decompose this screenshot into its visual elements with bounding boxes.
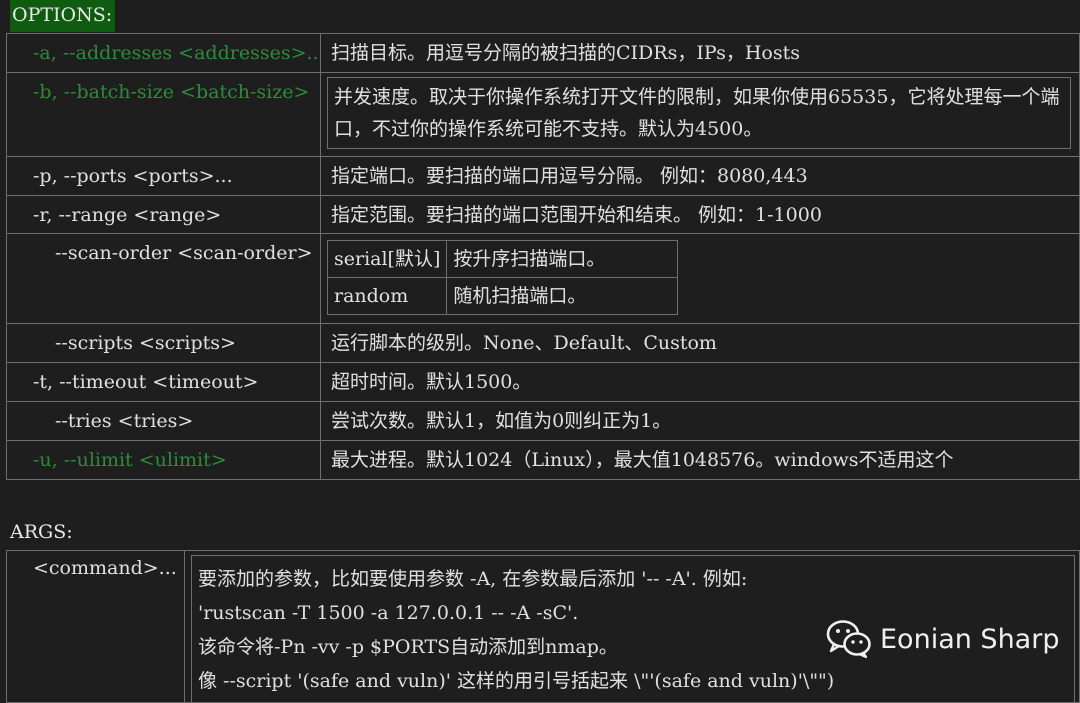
options-table: -a, --addresses <addresses>... 扫描目标。用逗号分… xyxy=(6,33,1080,480)
scan-order-description: 随机扫描端口。 xyxy=(446,277,679,315)
option-flag: -p, --ports <ports>... xyxy=(6,156,321,196)
table-row: -r, --range <range> 指定范围。要扫描的端口范围开始和结束。 … xyxy=(6,195,1080,234)
option-description: 最大进程。默认1024（Linux），最大值1048576。windows不适用… xyxy=(320,440,1080,480)
table-row: -a, --addresses <addresses>... 扫描目标。用逗号分… xyxy=(6,33,1080,73)
arg-flag: <command>... xyxy=(6,550,185,703)
table-row: -u, --ulimit <ulimit> 最大进程。默认1024（Linux）… xyxy=(6,440,1080,480)
scan-order-value: serial[默认] xyxy=(326,240,448,278)
option-description-cell: serial[默认] 按升序扫描端口。 random 随机扫描端口。 xyxy=(320,233,1080,324)
wechat-icon xyxy=(826,620,871,659)
scan-order-description: 按升序扫描端口。 xyxy=(446,240,679,278)
option-flag: --tries <tries> xyxy=(6,401,321,441)
option-description-cell: 并发速度。取决于你操作系统打开文件的限制，如果你使用65535，它将处理每一个端… xyxy=(320,72,1080,157)
watermark-text: Eonian Sharp xyxy=(880,623,1060,655)
option-flag: --scan-order <scan-order> xyxy=(6,233,321,324)
args-heading: ARGS: xyxy=(10,521,73,543)
option-description: 指定端口。要扫描的端口用逗号分隔。 例如：8080,443 xyxy=(320,156,1080,196)
table-row: --scan-order <scan-order> serial[默认] 按升序… xyxy=(6,233,1080,324)
table-row: -p, --ports <ports>... 指定端口。要扫描的端口用逗号分隔。… xyxy=(6,156,1080,196)
watermark: Eonian Sharp xyxy=(826,619,1059,659)
table-row: -b, --batch-size <batch-size> 并发速度。取决于你操… xyxy=(6,72,1080,157)
arg-description-line: 要添加的参数，比如要使用参数 -A, 在参数最后添加 '-- -A'. 例如: xyxy=(198,568,748,590)
option-flag: -b, --batch-size <batch-size> xyxy=(6,72,321,157)
option-description: 扫描目标。用逗号分隔的被扫描的CIDRs，IPs，Hosts xyxy=(320,33,1080,73)
options-heading: OPTIONS: xyxy=(10,0,116,32)
option-description: 并发速度。取决于你操作系统打开文件的限制，如果你使用65535，它将处理每一个端… xyxy=(327,77,1071,149)
table-row: --scripts <scripts> 运行脚本的级别。None、Default… xyxy=(6,323,1080,363)
scan-order-table: serial[默认] 按升序扫描端口。 random 随机扫描端口。 xyxy=(326,240,679,315)
option-flag: -a, --addresses <addresses>... xyxy=(6,33,321,73)
option-description: 运行脚本的级别。None、Default、Custom xyxy=(320,323,1080,363)
option-description: 超时时间。默认1500。 xyxy=(320,362,1080,402)
option-description: 尝试次数。默认1，如值为0则纠正为1。 xyxy=(320,401,1080,441)
table-row: --tries <tries> 尝试次数。默认1，如值为0则纠正为1。 xyxy=(6,401,1080,441)
option-flag: -t, --timeout <timeout> xyxy=(6,362,321,402)
table-row: -t, --timeout <timeout> 超时时间。默认1500。 xyxy=(6,362,1080,402)
arg-description-line: 像 --script '(safe and vuln)' 这样的用引号括起来 \… xyxy=(198,670,835,692)
table-row: serial[默认] 按升序扫描端口。 xyxy=(326,240,679,278)
option-flag: -u, --ulimit <ulimit> xyxy=(6,440,321,480)
option-description: 指定范围。要扫描的端口范围开始和结束。 例如：1-1000 xyxy=(320,195,1080,234)
scan-order-value: random xyxy=(326,277,448,315)
option-flag: --scripts <scripts> xyxy=(6,323,321,363)
table-row: random 随机扫描端口。 xyxy=(326,277,679,315)
option-flag: -r, --range <range> xyxy=(6,195,321,234)
